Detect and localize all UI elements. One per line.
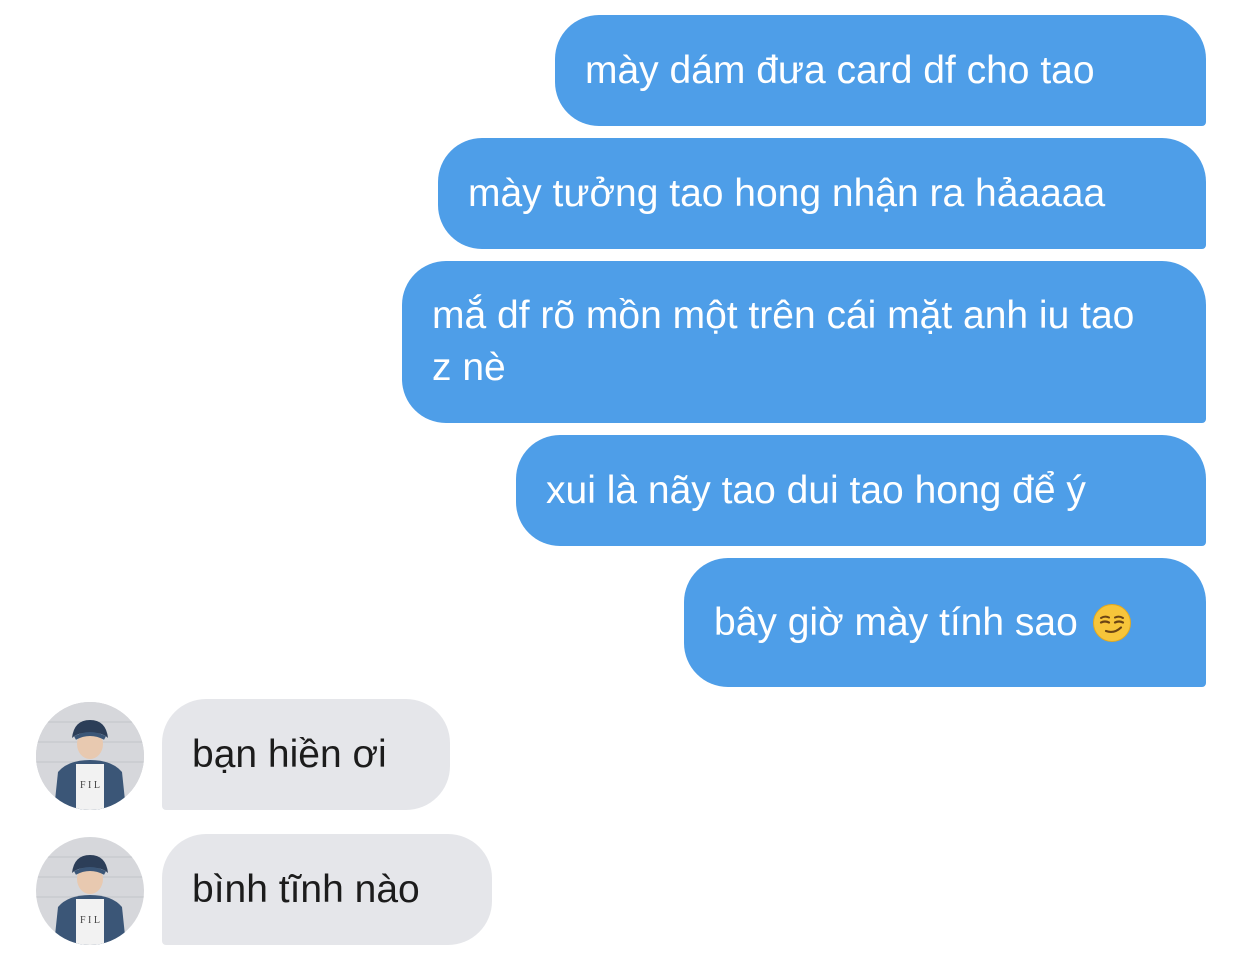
message-bubble-outgoing[interactable]: mày dám đưa card df cho tao: [555, 15, 1206, 126]
smirking-face-emoji: [1092, 603, 1131, 642]
message-text: xui là nãy tao dui tao hong để ý: [546, 468, 1086, 512]
message-text: mày tưởng tao hong nhận ra hảaaaa: [468, 171, 1106, 215]
message-text: mắ df rõ mồn một trên cái mặt anh iu tao…: [432, 294, 1146, 389]
message-bubble-outgoing[interactable]: mày tưởng tao hong nhận ra hảaaaa: [438, 138, 1206, 249]
message-text: bây giờ mày tính sao: [714, 600, 1078, 644]
person-avatar-icon: F I L: [36, 702, 144, 810]
message-text: bạn hiền ơi: [192, 732, 387, 776]
message-bubble-outgoing[interactable]: xui là nãy tao dui tao hong để ý: [516, 435, 1206, 546]
message-bubble-incoming[interactable]: bạn hiền ơi: [162, 699, 450, 810]
message-text: mày dám đưa card df cho tao: [585, 48, 1095, 92]
message-bubble-incoming[interactable]: bình tĩnh nào: [162, 834, 492, 945]
message-text: bình tĩnh nào: [192, 867, 420, 911]
contact-avatar[interactable]: F I L: [36, 702, 144, 810]
message-bubble-outgoing[interactable]: bây giờ mày tính sao: [684, 558, 1206, 687]
person-avatar-icon: F I L: [36, 837, 144, 945]
svg-text:F I L: F I L: [80, 780, 100, 791]
contact-avatar[interactable]: F I L: [36, 837, 144, 945]
message-bubble-outgoing[interactable]: mắ df rõ mồn một trên cái mặt anh iu tao…: [402, 261, 1206, 423]
svg-text:F I L: F I L: [80, 915, 100, 926]
